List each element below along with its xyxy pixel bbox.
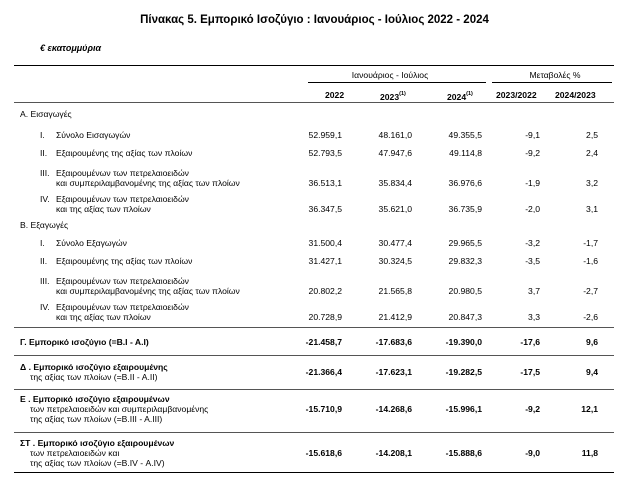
cell-2023: 21.412,9: [378, 312, 412, 322]
header-period-group: Ιανουάριος - Ιούλιος: [351, 70, 429, 80]
header-2023: 2023(1): [380, 91, 406, 102]
row-label: Σύνολο Εξαγωγών: [56, 238, 127, 248]
cell-2023: 35.834,4: [378, 178, 412, 188]
row-number: I.: [40, 238, 45, 248]
cell-2023: 48.161,0: [378, 130, 412, 140]
section-exports: Β. Εξαγωγές: [20, 220, 69, 230]
row-number: III.: [40, 276, 50, 286]
cell-change-2: -1,7: [583, 238, 598, 248]
row-number: III.: [40, 168, 50, 178]
table-title: Πίνακας 5. Εμπορικό Ισοζύγιο : Ιανουάριο…: [140, 14, 489, 26]
cell-change-2: -1,6: [583, 256, 598, 266]
header-change-group: Μεταβολές %: [529, 70, 581, 80]
cell-2022: 31.427,1: [308, 256, 342, 266]
cell-change-2: 3,2: [586, 178, 598, 188]
row-label: Εξαιρουμένων των πετρελαιοειδών: [56, 168, 189, 178]
cell-change-2: 11,8: [581, 448, 598, 458]
cell-2023: -14.268,6: [375, 404, 412, 414]
header-rule: [14, 102, 614, 103]
cell-change-2: -2,7: [583, 286, 598, 296]
cell-2023: -17.683,6: [375, 337, 412, 347]
cell-2022: -21.366,4: [305, 367, 342, 377]
header-change-2023-2022: 2023/2022: [496, 90, 537, 100]
row-number: I.: [40, 130, 45, 140]
row-label-cont: και συμπεριλαμβανομένης της αξίας των πλ…: [56, 286, 240, 296]
row-label: Εξαιρουμένων των πετρελαιοειδών: [56, 302, 189, 312]
cell-change-2: 2,4: [586, 148, 598, 158]
header-change-2024-2023: 2024/2023: [555, 90, 596, 100]
balance-label-cont: της αξίας των πλοίων (=Β.IV - Α.IV): [30, 458, 165, 468]
row-number: IV.: [40, 194, 50, 204]
top-rule: [14, 65, 614, 66]
row-label: Εξαιρουμένης της αξίας των πλοίων: [56, 148, 193, 158]
row-number: II.: [40, 256, 48, 266]
unit-label: € εκατομμύρια: [40, 43, 102, 53]
cell-2023: -17.623,1: [375, 367, 412, 377]
cell-2023: -14.208,1: [375, 448, 412, 458]
balance-label-cont: των πετρελαιοειδών και συμπεριλαμβανομέν…: [30, 404, 209, 414]
row-label-cont: και της αξίας των πλοίων: [56, 312, 151, 322]
change-group-rule: [492, 82, 612, 83]
cell-change-2: 12,1: [581, 404, 598, 414]
balance-label: ΣΤ . Εμπορικό ισοζύγιο εξαιρουμένων: [20, 438, 175, 448]
row-label: Εξαιρουμένων των πετρελαιοειδών: [56, 194, 189, 204]
balance-label: Γ. Εμπορικό ισοζύγιο (=Β.Ι - Α.Ι): [20, 337, 149, 347]
row-label-cont: και συμπεριλαμβανομένης της αξίας των πλ…: [56, 178, 240, 188]
header-2024: 2024(1): [447, 91, 473, 102]
section-imports: Α. Εισαγωγές: [20, 109, 72, 119]
row-label: Σύνολο Εισαγωγών: [56, 130, 131, 140]
cell-2022: 36.513,1: [308, 178, 342, 188]
cell-change-2: 9,6: [586, 337, 598, 347]
row-label: Εξαιρουμένων των πετρελαιοειδών: [56, 276, 189, 286]
cell-change-2: 2,5: [586, 130, 598, 140]
cell-2022: 52.793,5: [308, 148, 342, 158]
cell-change-2: -2,6: [583, 312, 598, 322]
cell-2022: -15.710,9: [305, 404, 342, 414]
period-group-rule: [308, 82, 486, 83]
separator-balance-e: [14, 389, 614, 390]
cell-2023: 35.621,0: [378, 204, 412, 214]
cell-2023: 47.947,6: [378, 148, 412, 158]
cell-2022: 52.959,1: [308, 130, 342, 140]
cell-change-2: 9,4: [586, 367, 598, 377]
balance-label-cont: της αξίας των πλοίων (=Β.ΙΙΙ - Α.ΙΙΙ): [30, 414, 163, 424]
cell-change-2: 3,1: [586, 204, 598, 214]
cell-2023: 30.477,4: [378, 238, 412, 248]
cell-2022: 36.347,5: [308, 204, 342, 214]
balance-label-cont: της αξίας των πλοίων (=Β.ΙΙ - Α.ΙΙ): [30, 372, 158, 382]
cell-2023: 30.324,5: [378, 256, 412, 266]
balance-label-cont: των πετρελαιοειδών και: [30, 448, 120, 458]
balance-label: Ε . Εμπορικό ισοζύγιο εξαιρουμένων: [20, 394, 170, 404]
cell-2022: 20.802,2: [308, 286, 342, 296]
separator-balance-d: [14, 355, 614, 356]
cell-2022: -15.618,6: [305, 448, 342, 458]
header-2022: 2022: [325, 90, 345, 100]
cell-2022: 31.500,4: [308, 238, 342, 248]
separator-balance-st: [14, 432, 614, 433]
cell-2022: -21.458,7: [305, 337, 342, 347]
row-number: IV.: [40, 302, 50, 312]
balance-label: Δ . Εμπορικό ισοζύγιο εξαιρουμένης: [20, 362, 168, 372]
row-label: Εξαιρουμένης της αξίας των πλοίων: [56, 256, 193, 266]
cell-2023: 21.565,8: [378, 286, 412, 296]
row-label-cont: και της αξίας των πλοίων: [56, 204, 151, 214]
row-number: II.: [40, 148, 48, 158]
bottom-rule: [14, 472, 614, 473]
cell-2022: 20.728,9: [308, 312, 342, 322]
separator-balance-c: [14, 327, 614, 328]
